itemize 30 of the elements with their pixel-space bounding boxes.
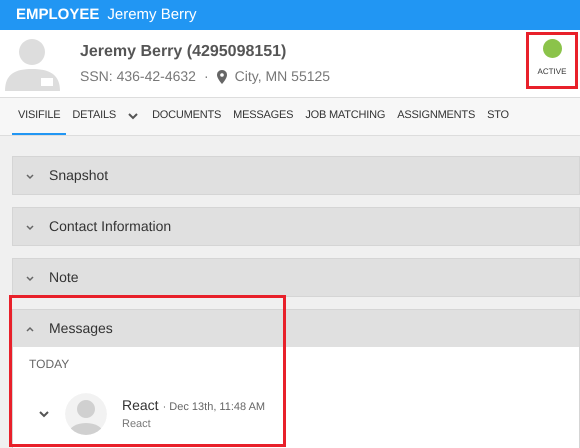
employee-name: Jeremy Berry [107, 4, 197, 25]
separator-dot: · [204, 67, 209, 86]
location-pin-icon [216, 70, 227, 84]
status-label: ACTIVE [538, 66, 566, 78]
tab[interactable]: JOB MATCHING [299, 98, 392, 135]
page-type: EMPLOYEE [16, 4, 100, 25]
highlight-frame [526, 32, 578, 89]
section-title: Contact Information [49, 217, 172, 236]
message-author: React [122, 396, 159, 416]
section-title: Snapshot [49, 166, 108, 185]
ssn-text: SSN: 436-42-4632 [80, 67, 196, 86]
avatar-icon [65, 393, 107, 435]
message-body: React [122, 417, 152, 432]
avatar-icon [5, 36, 60, 91]
section-header[interactable]: Snapshot [13, 157, 579, 194]
group-label: TODAY [28, 356, 70, 373]
tab[interactable]: VISIFILE [12, 98, 66, 135]
section-title: Note [49, 268, 79, 287]
message-time: · Dec 13th, 11:48 AM [162, 400, 266, 416]
section-title: Messages [49, 319, 113, 338]
tab[interactable]: DETAILS [66, 98, 146, 135]
tab[interactable]: ASSIGNMENTS [391, 98, 482, 135]
tab[interactable]: STO [481, 98, 515, 135]
location-text: City, MN 55125 [234, 67, 330, 86]
employee-title: Jeremy Berry (4295098151) [80, 42, 288, 62]
section-header[interactable]: Note [13, 259, 579, 296]
tab[interactable]: MESSAGES [227, 98, 300, 135]
section-header[interactable]: Messages [13, 310, 579, 347]
tab[interactable]: DOCUMENTS [146, 98, 228, 135]
section-header[interactable]: Contact Information [13, 208, 579, 245]
